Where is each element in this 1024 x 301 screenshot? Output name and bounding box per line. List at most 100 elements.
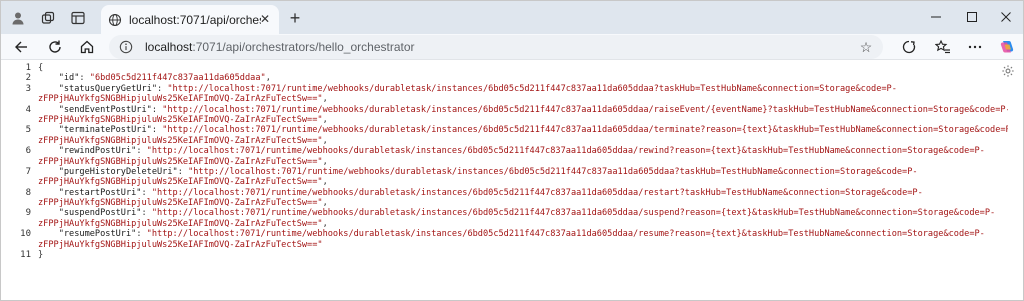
url-path: :7071/api/orchestrators/hello_orchestrat…: [192, 40, 415, 54]
json-colon: :: [136, 229, 147, 240]
tab-title: localhost:7071/api/orchestrators/: [129, 12, 261, 27]
json-punctuation: [38, 84, 59, 94]
tab-actions-icon[interactable]: [67, 7, 89, 29]
line-number: [9, 240, 31, 250]
gear-icon[interactable]: [1001, 64, 1015, 78]
json-punctuation: ,: [322, 198, 328, 209]
json-line: "sendEventPostUri": "http://localhost:70…: [38, 105, 1008, 115]
json-punctuation: [38, 125, 59, 135]
json-colon: :: [141, 187, 152, 198]
json-punctuation: [38, 208, 59, 218]
json-string: zFPPjHAuYkfgSNGBHipjuluWs25KeIAFImOVQ-Za…: [38, 114, 323, 125]
json-line: "restartPostUri": "http://localhost:7071…: [38, 188, 1008, 198]
json-string: "6bd05c5d211f447c837aa11da605ddaa": [89, 73, 266, 84]
json-colon: :: [79, 73, 90, 84]
json-punctuation: [38, 73, 59, 83]
json-string: zFPPjHAuYkfgSNGBHipjuluWs25KeIAFImOVQ-Za…: [38, 239, 323, 250]
json-line: zFPPjHAuYkfgSNGBHipjuluWs25KeIAFImOVQ-Za…: [38, 177, 1008, 187]
navigation-toolbar: localhost:7071/api/orchestrators/hello_o…: [1, 34, 1023, 60]
json-colon: :: [151, 104, 163, 115]
line-number: [9, 177, 31, 187]
json-punctuation: {: [38, 63, 44, 73]
line-number: 2: [25, 73, 31, 84]
json-line: zFPPjHAuYkfgSNGBHipjuluWs25KeIAFImOVQ-Za…: [38, 198, 1008, 208]
address-bar[interactable]: localhost:7071/api/orchestrators/hello_o…: [109, 35, 883, 59]
json-punctuation: ,: [322, 156, 328, 167]
json-string: "http://localhost:7071/runtime/webhooks/…: [162, 104, 1008, 115]
line-number: [9, 219, 31, 229]
json-punctuation: ,: [322, 135, 328, 146]
json-string: zFPPjHAuYkfgSNGBHipjuluWs25KeIAFImOVQ-Za…: [38, 156, 323, 167]
json-line: zFPPjHAuYkfgSNGBHipjuluWs25KeIAFImOVQ-Za…: [38, 136, 1008, 146]
line-number: 8: [25, 187, 31, 198]
json-colon: :: [141, 208, 152, 219]
json-line: "id": "6bd05c5d211f447c837aa11da605ddaa"…: [38, 73, 1008, 83]
close-window-icon[interactable]: [991, 6, 1021, 28]
workspaces-icon[interactable]: [37, 7, 59, 29]
json-viewer: 1 2 3 4 5 6 7 8 9 10 11 { "id": "6bd05c5d211f447c8…: [1, 61, 1023, 300]
json-line: }: [38, 250, 1008, 260]
browser-window: localhost:7071/api/orchestrators/ ✕ + lo: [0, 0, 1024, 301]
home-icon[interactable]: [75, 35, 99, 59]
line-number: [9, 94, 31, 104]
profile-icon[interactable]: [7, 7, 29, 29]
maximize-icon[interactable]: [957, 6, 987, 28]
json-punctuation: [38, 167, 59, 177]
json-string: "http://localhost:7071/runtime/webhooks/…: [146, 146, 985, 157]
json-key: "statusQueryGetUri": [58, 83, 158, 94]
json-line: zFPPjHAuYkfgSNGBHipjuluWs25KeIAFImOVQ-Za…: [38, 115, 1008, 125]
favorite-star-icon[interactable]: ☆: [857, 38, 875, 56]
more-menu-icon[interactable]: [963, 35, 987, 59]
json-string: zFPPjHAuYkfgSNGBHipjuluWs25KeIAFImOVQ-Za…: [38, 94, 323, 105]
json-punctuation: [38, 188, 59, 198]
back-arrow-icon[interactable]: [9, 35, 33, 59]
active-tab[interactable]: localhost:7071/api/orchestrators/ ✕: [101, 5, 279, 34]
json-string: "http://localhost:7071/runtime/webhooks/…: [146, 229, 985, 240]
json-colon: :: [151, 125, 163, 136]
line-number: 4: [25, 104, 31, 115]
line-number: [9, 136, 31, 146]
json-string: "http://localhost:7071/runtime/webhooks/…: [162, 125, 1008, 136]
favorites-list-icon[interactable]: [931, 35, 955, 59]
url-text: localhost:7071/api/orchestrators/hello_o…: [145, 40, 415, 54]
json-colon: :: [177, 166, 189, 177]
json-line: "rewindPostUri": "http://localhost:7071/…: [38, 146, 1008, 156]
json-key: "purgeHistoryDeleteUri": [58, 166, 178, 177]
json-line: "resumePostUri": "http://localhost:7071/…: [38, 229, 1008, 239]
json-punctuation: }: [38, 250, 44, 261]
copilot-icon[interactable]: [995, 35, 1019, 59]
line-number: 1: [25, 63, 31, 73]
json-colon: :: [136, 146, 147, 157]
line-number: [9, 198, 31, 208]
browser-essentials-icon[interactable]: [897, 35, 921, 59]
line-number: [9, 157, 31, 167]
close-tab-icon[interactable]: ✕: [257, 11, 273, 27]
json-punctuation: ,: [265, 73, 271, 84]
line-number: 10: [20, 229, 31, 240]
line-number: 9: [25, 208, 31, 219]
line-number: 3: [25, 83, 31, 94]
json-punctuation: ,: [322, 177, 328, 188]
info-icon[interactable]: [117, 38, 135, 56]
json-key: "suspendPostUri": [58, 208, 142, 219]
title-bar: localhost:7071/api/orchestrators/ ✕ +: [1, 1, 1023, 34]
json-line: "purgeHistoryDeleteUri": "http://localho…: [38, 167, 1008, 177]
line-number: 5: [25, 125, 31, 136]
new-tab-button[interactable]: +: [284, 7, 306, 29]
minimize-icon[interactable]: [921, 6, 951, 28]
line-number-gutter: 1 2 3 4 5 6 7 8 9 10 11: [9, 63, 31, 260]
json-key: "sendEventPostUri": [58, 104, 152, 115]
json-content: { "id": "6bd05c5d211f447c837aa11da605dda…: [38, 63, 1008, 260]
json-line: "terminatePostUri": "http://localhost:70…: [38, 125, 1008, 135]
json-punctuation: ,: [322, 114, 328, 125]
json-key: "id": [58, 73, 80, 84]
json-line: {: [38, 63, 1008, 73]
json-punctuation: [38, 105, 59, 115]
globe-icon: [107, 12, 123, 28]
refresh-icon[interactable]: [43, 35, 67, 59]
json-punctuation: ,: [322, 218, 328, 229]
json-punctuation: ,: [322, 94, 328, 105]
line-number: [9, 115, 31, 125]
json-line: zFPPjHAuYkfgSNGBHipjuluWs25KeIAFImOVQ-Za…: [38, 157, 1008, 167]
url-host: localhost: [145, 40, 193, 54]
